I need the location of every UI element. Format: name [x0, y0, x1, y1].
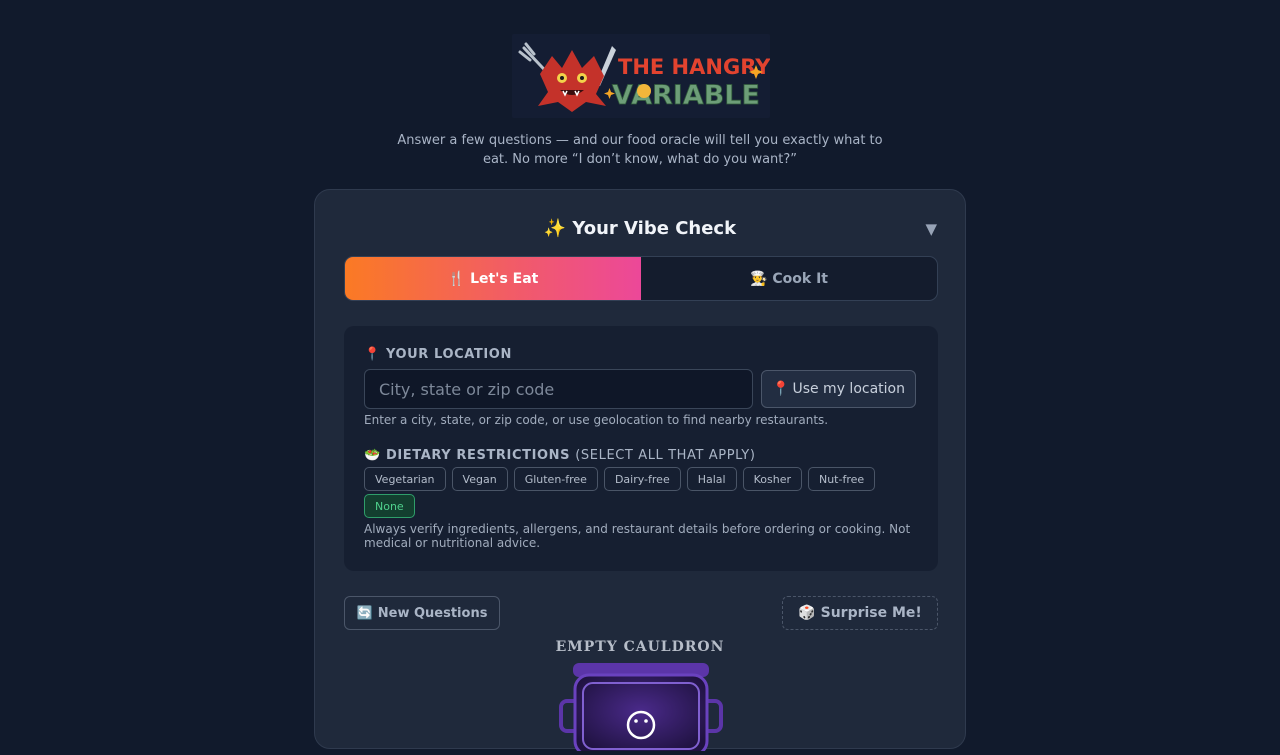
card-title: ✨ Your Vibe Check: [315, 218, 965, 239]
cauldron-label: EMPTY CAULDRON: [555, 639, 725, 655]
location-label-text: YOUR LOCATION: [385, 347, 512, 362]
sparkles-icon: ✨: [543, 218, 567, 239]
tab-lets-eat-label: Let's Eat: [470, 270, 539, 287]
tagline: Answer a few questions — and our food or…: [397, 133, 883, 167]
location-label: 📍 YOUR LOCATION: [364, 347, 512, 362]
logo-text-line1: THE HANGRY: [618, 55, 770, 79]
app-logo: THE HANGRY VARIABLE: [512, 34, 770, 118]
logo-text-line2: VARIABLE: [612, 80, 760, 111]
use-location-label: Use my location: [792, 381, 905, 397]
tab-cook-it-label: Cook It: [772, 270, 829, 287]
chip-gluten-free[interactable]: Gluten-free: [513, 467, 598, 491]
questions-panel: 📍 YOUR LOCATION 📍Use my location Enter a…: [344, 326, 938, 571]
vibe-check-card: ✨ Your Vibe Check ▼ 🍴 Let's Eat 👨‍🍳 Cook It…: [314, 189, 966, 755]
refresh-icon: 🔄: [356, 605, 373, 621]
location-input[interactable]: [364, 369, 753, 409]
mode-toggle: 🍴 Let's Eat 👨‍🍳 Cook It: [344, 256, 938, 301]
leaf-icon: 🥗: [364, 448, 381, 463]
surprise-me-button[interactable]: 🎲 Surprise Me!: [782, 596, 938, 630]
dietary-label-text: DIETARY RESTRICTIONS: [385, 448, 571, 463]
tab-lets-eat[interactable]: 🍴 Let's Eat: [345, 257, 641, 300]
dietary-chips: Vegetarian Vegan Gluten-free Dairy-free …: [364, 467, 924, 518]
card-title-text: Your Vibe Check: [572, 218, 737, 239]
crosshair-icon: 📍: [772, 381, 790, 397]
dice-icon: 🎲: [798, 605, 816, 621]
collapse-toggle-icon[interactable]: ▼: [925, 220, 937, 238]
chip-vegetarian[interactable]: Vegetarian: [364, 467, 446, 491]
cauldron-icon: [559, 661, 723, 755]
chip-halal[interactable]: Halal: [686, 467, 737, 491]
chip-nut-free[interactable]: Nut-free: [807, 467, 876, 491]
surprise-me-label: Surprise Me!: [820, 605, 922, 621]
chip-vegan[interactable]: Vegan: [451, 467, 508, 491]
location-hint: Enter a city, state, or zip code, or use…: [364, 413, 829, 427]
tab-cook-it[interactable]: 👨‍🍳 Cook It: [641, 257, 937, 300]
chip-kosher[interactable]: Kosher: [742, 467, 802, 491]
chip-none[interactable]: None: [364, 494, 415, 518]
fork-knife-icon: 🍴: [447, 270, 466, 287]
dietary-label: 🥗 DIETARY RESTRICTIONS (SELECT ALL THAT …: [364, 448, 756, 463]
disclaimer: Always verify ingredients, allergens, an…: [364, 522, 911, 550]
chip-dairy-free[interactable]: Dairy-free: [603, 467, 681, 491]
new-questions-label: New Questions: [377, 605, 488, 621]
use-location-button[interactable]: 📍 Use my location: [761, 370, 916, 408]
pin-icon: 📍: [364, 347, 381, 362]
dietary-label-sub: (SELECT ALL THAT APPLY): [575, 448, 756, 463]
chef-icon: 👨‍🍳: [749, 270, 768, 287]
new-questions-button[interactable]: 🔄 New Questions: [344, 596, 500, 630]
